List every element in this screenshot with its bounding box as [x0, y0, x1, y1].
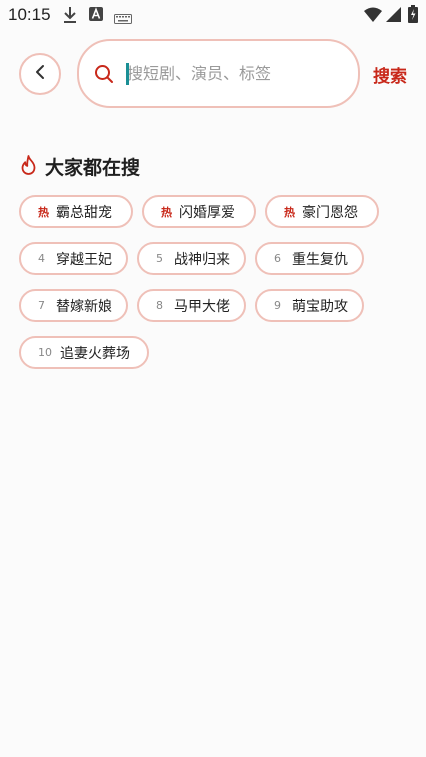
chevron-left-icon: [33, 64, 47, 84]
tag-label: 豪门恩怨: [302, 204, 358, 221]
keyboard-icon: [114, 9, 132, 28]
text-cursor: [126, 63, 129, 85]
tag-item[interactable]: 7 替嫁新娘: [19, 289, 128, 322]
status-time: 10:15: [8, 5, 51, 24]
tag-label: 萌宝助攻: [292, 298, 348, 315]
tag-item[interactable]: 8 马甲大佬: [137, 289, 246, 322]
tag-label: 战神归来: [174, 251, 230, 268]
font-a-icon: [89, 6, 103, 26]
tag-label: 追妻火葬场: [60, 345, 130, 362]
tag-item[interactable]: 6 重生复仇: [255, 242, 364, 275]
tag-rank: 热: [161, 205, 172, 219]
battery-icon: [408, 5, 418, 27]
tag-item[interactable]: 热 豪门恩怨: [265, 195, 379, 228]
tag-item[interactable]: 9 萌宝助攻: [255, 289, 364, 322]
tag-label: 霸总甜宠: [56, 204, 112, 221]
search-button[interactable]: 搜索: [373, 62, 407, 87]
tag-rank: 8: [156, 299, 163, 312]
tag-label: 重生复仇: [292, 251, 348, 268]
tag-item[interactable]: 5 战神归来: [137, 242, 246, 275]
tag-rank: 4: [38, 252, 45, 265]
search-box[interactable]: [77, 39, 360, 108]
flame-icon: [20, 154, 37, 179]
wifi-icon: [364, 7, 382, 26]
tag-label: 闪婚厚爱: [179, 204, 235, 221]
tag-rank: 6: [274, 252, 281, 265]
tag-rank: 10: [38, 346, 52, 359]
section-header: 大家都在搜: [20, 153, 140, 180]
tag-rank: 热: [38, 205, 49, 219]
back-button[interactable]: [19, 53, 61, 95]
tag-rank: 7: [38, 299, 45, 312]
search-input[interactable]: [127, 59, 342, 87]
tag-item[interactable]: 4 穿越王妃: [19, 242, 128, 275]
signal-icon: [386, 7, 401, 26]
tag-rank: 5: [156, 252, 163, 265]
tag-item[interactable]: 热 闪婚厚爱: [142, 195, 256, 228]
tag-label: 马甲大佬: [174, 298, 230, 315]
status-bar: 10:15: [0, 0, 426, 30]
tag-rank: 热: [284, 205, 295, 219]
section-title: 大家都在搜: [45, 157, 141, 179]
tag-item[interactable]: 10 追妻火葬场: [19, 336, 149, 369]
search-icon: [94, 64, 114, 88]
tag-label: 替嫁新娘: [56, 298, 112, 315]
tag-label: 穿越王妃: [56, 251, 112, 268]
tag-rank: 9: [274, 299, 281, 312]
download-icon: [62, 6, 78, 28]
tag-item[interactable]: 热 霸总甜宠: [19, 195, 133, 228]
